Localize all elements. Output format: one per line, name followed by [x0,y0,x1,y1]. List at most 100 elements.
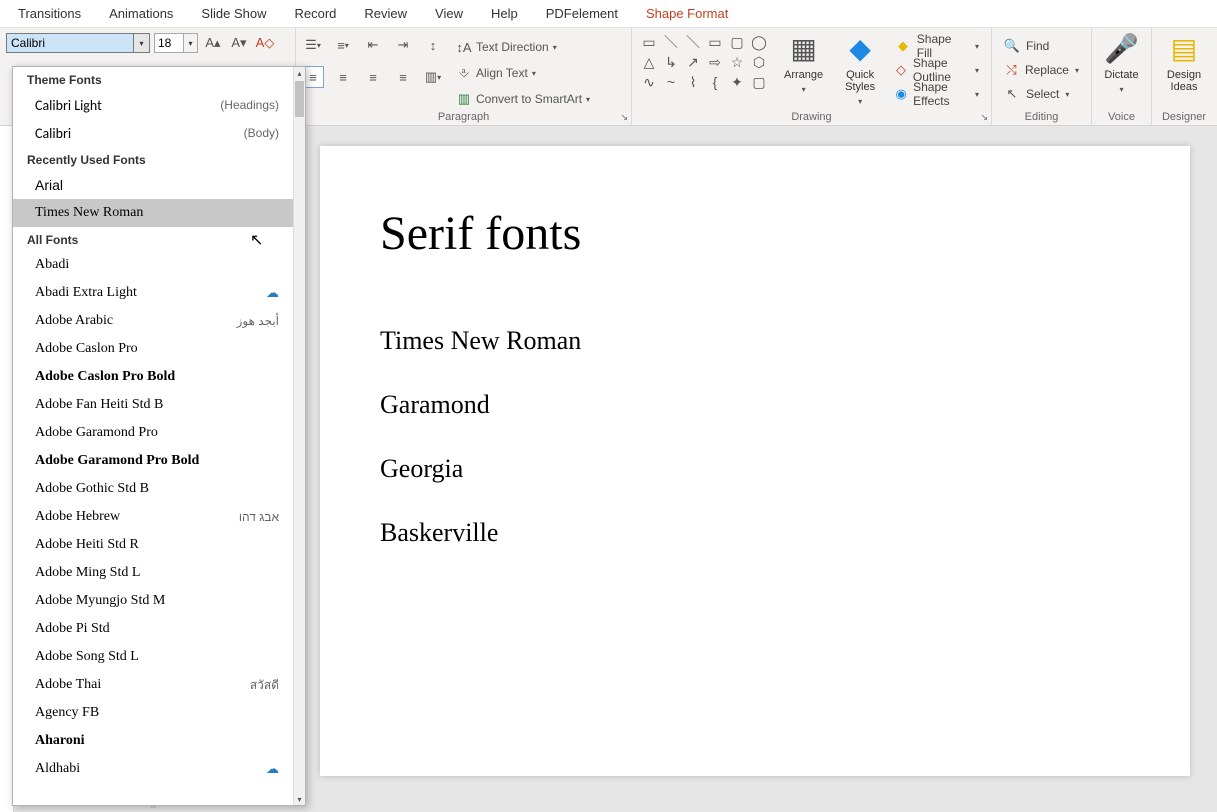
paragraph-group-label: Paragraph [296,109,631,125]
font-option[interactable]: Times New Roman [13,199,293,227]
font-option-tag: אבג דהו [239,510,279,524]
tab-slide-show[interactable]: Slide Show [187,0,280,27]
numbering-button[interactable]: ≡▾ [332,34,354,56]
design-ideas-label: Design Ideas [1167,69,1201,93]
shape-oval-icon[interactable]: ◯ [748,32,770,52]
increase-font-size-button[interactable]: A▴ [202,32,224,54]
font-option-tag: สวัสดี [250,676,279,695]
text-direction-button[interactable]: ↕AText Direction▾ [456,36,594,58]
tab-shape-format[interactable]: Shape Format [632,0,742,27]
font-option[interactable]: Adobe Ming Std L [13,559,293,587]
slide-body[interactable]: Times New Roman Garamond Georgia Baskerv… [380,326,581,548]
font-option[interactable]: Adobe Fan Heiti Std B [13,391,293,419]
tab-transitions[interactable]: Transitions [4,0,95,27]
slide-item[interactable]: Times New Roman [380,326,581,356]
font-option[interactable]: Abadi Extra Light☁ [13,279,293,307]
shape-callout-icon[interactable]: ▢ [748,72,770,92]
shapes-gallery[interactable]: ▭ ＼ ＼ ▭ ▢ ◯ △ ↳ ↗ ⇨ ☆ ⬡ ∿ ~ ⌇ { ✦ ▢ [638,32,770,92]
font-option[interactable]: Arial [13,171,293,199]
font-option[interactable]: Adobe Hebrewאבג דהו [13,503,293,531]
drawing-dialog-launcher[interactable]: ↘ [980,112,988,123]
font-option[interactable]: Adobe Garamond Pro Bold [13,447,293,475]
text-direction-label: Text Direction [476,40,549,54]
designer-group-label: Designer [1158,109,1210,125]
slide-item[interactable]: Georgia [380,454,581,484]
slide-item[interactable]: Baskerville [380,518,581,548]
font-option[interactable]: Adobe Heiti Std R [13,531,293,559]
shape-star2-icon[interactable]: ✦ [726,72,748,92]
font-option[interactable]: Adobe Arabicأبجد هوز [13,307,293,335]
font-size-dropdown-button[interactable]: ▾ [184,33,198,53]
font-option[interactable]: Calibri Light(Headings) [13,91,293,119]
font-option[interactable]: Adobe Caslon Pro Bold [13,363,293,391]
tab-animations[interactable]: Animations [95,0,187,27]
shape-arrowline-icon[interactable]: ↗ [682,52,704,72]
shape-elbow-icon[interactable]: ↳ [660,52,682,72]
slide[interactable]: Serif fonts Times New Roman Garamond Geo… [320,146,1190,776]
scrollbar-thumb[interactable] [295,81,304,117]
font-size-input[interactable] [154,33,184,53]
shape-textbox-icon[interactable]: ▭ [638,32,660,52]
shape-line-icon[interactable]: ＼ [660,32,682,52]
font-option[interactable]: Adobe Song Std L [13,643,293,671]
shape-effects-button[interactable]: ◉Shape Effects▾ [895,84,979,104]
tab-view[interactable]: View [421,0,477,27]
arrange-button[interactable]: ▦ Arrange ▾ [776,32,831,94]
convert-smartart-label: Convert to SmartArt [476,92,582,106]
font-option[interactable]: Agency FB [13,699,293,727]
slide-item[interactable]: Garamond [380,390,581,420]
align-center-button[interactable]: ≡ [332,66,354,88]
find-button[interactable]: 🔍Find [1004,36,1079,56]
scroll-down-button[interactable]: ▾ [294,793,305,805]
justify-button[interactable]: ≡ [392,66,414,88]
tab-help[interactable]: Help [477,0,532,27]
shape-curve-icon[interactable]: ∿ [638,72,660,92]
shape-fill-button[interactable]: ◆Shape Fill▾ [895,36,979,56]
decrease-font-size-button[interactable]: A▾ [228,32,250,54]
shape-star-icon[interactable]: ☆ [726,52,748,72]
bullets-button[interactable]: ☰▾ [302,34,324,56]
font-option[interactable]: Adobe Garamond Pro [13,419,293,447]
font-option[interactable]: Adobe Myungjo Std M [13,587,293,615]
line-spacing-button[interactable]: ↕ [422,34,444,56]
shape-brace-icon[interactable]: { [704,72,726,92]
shape-rect-icon[interactable]: ▭ [704,32,726,52]
font-option[interactable]: Adobe Gothic Std B [13,475,293,503]
convert-smartart-button[interactable]: ▥Convert to SmartArt▾ [456,88,594,110]
shape-outline-button[interactable]: ◇Shape Outline▾ [895,60,979,80]
font-option[interactable]: Aharoni [13,727,293,755]
design-ideas-button[interactable]: ▤ Design Ideas [1158,32,1210,93]
font-option[interactable]: Adobe Caslon Pro [13,335,293,363]
shape-freeform-icon[interactable]: ⌇ [682,72,704,92]
dropdown-scrollbar[interactable]: ▴ ▾ [293,67,305,805]
tab-review[interactable]: Review [350,0,421,27]
shape-hex-icon[interactable]: ⬡ [748,52,770,72]
shape-arrow-icon[interactable]: ⇨ [704,52,726,72]
replace-button[interactable]: ⤭Replace▾ [1004,60,1079,80]
shape-line2-icon[interactable]: ＼ [682,32,704,52]
font-option-label: Adobe Heiti Std R [35,537,139,553]
quick-styles-button[interactable]: ◆ Quick Styles ▾ [837,32,883,106]
shape-square-icon[interactable]: ▢ [726,32,748,52]
font-option[interactable]: Aldhabi☁ [13,755,293,783]
scroll-up-button[interactable]: ▴ [294,67,305,79]
font-option[interactable]: Calibri(Body) [13,119,293,147]
tab-pdfelement[interactable]: PDFelement [532,0,632,27]
shape-scribble-icon[interactable]: ~ [660,72,682,92]
decrease-indent-button[interactable]: ⇤ [362,34,384,56]
dictate-button[interactable]: 🎤 Dictate ▾ [1098,32,1145,94]
font-name-dropdown-button[interactable]: ▾ [134,33,150,53]
align-right-button[interactable]: ≡ [362,66,384,88]
select-button[interactable]: ↖Select▾ [1004,84,1079,104]
slide-title[interactable]: Serif fonts [380,206,581,261]
columns-button[interactable]: ▥▾ [422,66,444,88]
shape-triangle-icon[interactable]: △ [638,52,660,72]
tab-record[interactable]: Record [280,0,350,27]
font-option[interactable]: Adobe Pi Std [13,615,293,643]
font-option[interactable]: Adobe Thaiสวัสดี [13,671,293,699]
align-text-button[interactable]: ⎀Align Text▾ [456,62,594,84]
font-option[interactable]: Abadi [13,251,293,279]
clear-formatting-button[interactable]: A◇ [254,32,276,54]
font-name-input[interactable] [6,33,134,53]
increase-indent-button[interactable]: ⇥ [392,34,414,56]
